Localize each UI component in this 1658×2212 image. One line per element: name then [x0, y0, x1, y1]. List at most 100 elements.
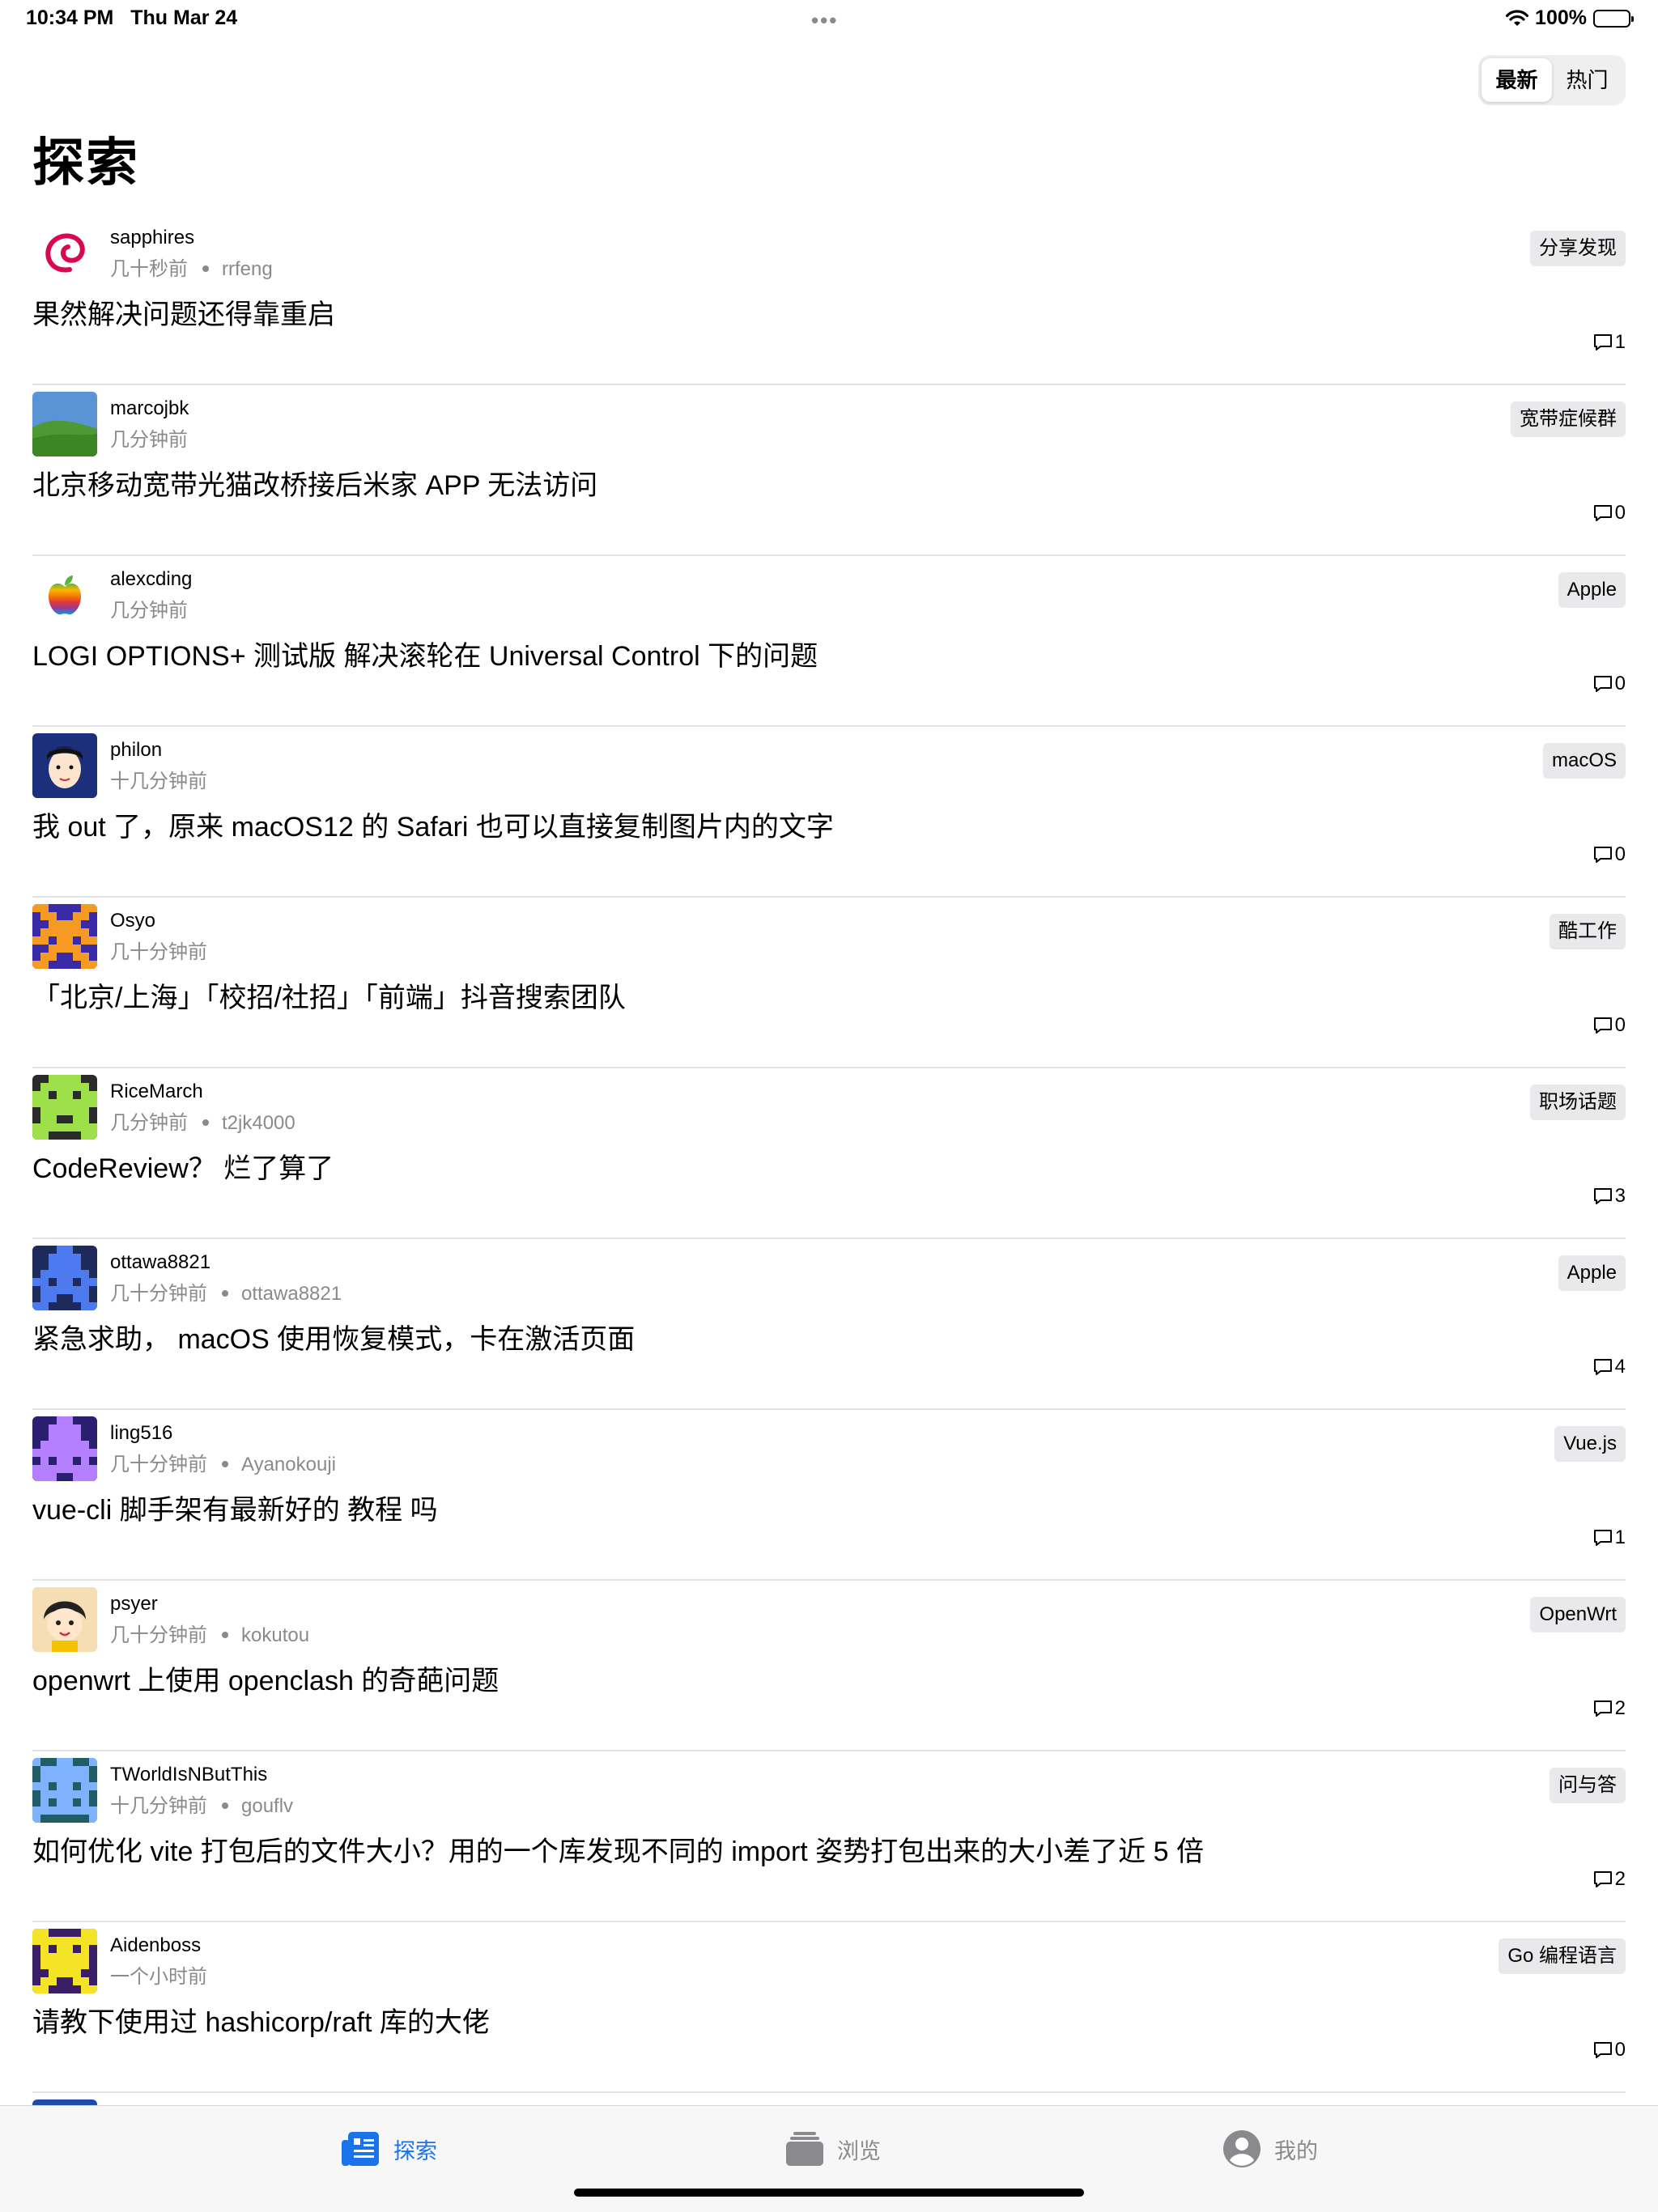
topic-title[interactable]: 如何优化 vite 打包后的文件大小？用的一个库发现不同的 import 姿势打… — [32, 1829, 1204, 1869]
comment-count-value: 2 — [1614, 1868, 1626, 1890]
avatar[interactable] — [32, 221, 97, 286]
topic-title[interactable]: 紧急求助， macOS 使用恢复模式，卡在激活页面 — [32, 1317, 635, 1356]
username[interactable]: Aidenboss — [110, 1934, 201, 1957]
node-tag[interactable]: 问与答 — [1550, 1768, 1626, 1803]
last-reply-user[interactable]: kokutou — [241, 1624, 309, 1646]
topic-row[interactable]: sapphires 几十秒前 rrfeng 果然解决问题还得靠重启 分享发现 1 — [32, 214, 1626, 385]
battery-percent: 100% — [1535, 6, 1587, 29]
username[interactable]: marcojbk — [110, 397, 189, 420]
sort-segmented-control[interactable]: 最新 热门 — [1478, 55, 1626, 105]
post-meta: 几分钟前 t2jk4000 — [110, 1106, 295, 1135]
topic-row[interactable]: marcojbk 几分钟前北京移动宽带光猫改桥接后米家 APP 无法访问 宽带症候群… — [32, 385, 1626, 556]
node-tag[interactable]: Apple — [1558, 572, 1626, 608]
tab-me-label: 我的 — [1274, 2138, 1318, 2163]
node-tag[interactable]: Apple — [1558, 1255, 1626, 1291]
segment-hot[interactable]: 热门 — [1552, 58, 1622, 102]
node-tag[interactable]: 宽带症候群 — [1511, 401, 1626, 437]
node-tag[interactable]: Go 编程语言 — [1499, 1938, 1626, 1974]
topic-title[interactable]: openwrt 上使用 openclash 的奇葩问题 — [32, 1658, 499, 1698]
comment-count-value: 4 — [1614, 1356, 1626, 1378]
topic-title[interactable]: 北京移动宽带光猫改桥接后米家 APP 无法访问 — [32, 463, 597, 503]
topic-title[interactable]: 请教下使用过 hashicorp/raft 库的大佬 — [32, 2000, 490, 2040]
topic-title[interactable]: 我 out 了，原来 macOS12 的 Safari 也可以直接复制图片内的文… — [32, 805, 834, 844]
separator-dot-icon — [222, 1460, 228, 1467]
topic-row[interactable]: Osyo 几十分钟前 「北京/上海」「校招/社招」「前端」抖音搜索团队 酷工作 0 — [32, 898, 1626, 1068]
username[interactable]: philon — [110, 739, 162, 762]
avatar[interactable] — [32, 733, 97, 798]
node-tag[interactable]: macOS — [1542, 743, 1626, 779]
topic-row[interactable]: alexcding 几分钟前 LOGI OPTIONS+ 测试版 解决滚轮在 Uni… — [32, 556, 1626, 727]
username[interactable]: psyer — [110, 1593, 158, 1615]
last-reply-user[interactable]: Ayanokouji — [241, 1454, 336, 1475]
avatar[interactable] — [32, 1587, 97, 1652]
topic-row[interactable]: ottawa8821 几十分钟前 ottawa8821 紧急求助， macOS 使用恢… — [32, 1239, 1626, 1410]
last-reply-user[interactable]: gouflv — [241, 1795, 293, 1817]
avatar[interactable] — [32, 1416, 97, 1481]
avatar[interactable] — [32, 392, 97, 456]
post-time: 几分钟前 — [110, 429, 188, 451]
username[interactable]: alexcding — [110, 568, 192, 591]
topic-title[interactable]: 「北京/上海」「校招/社招」「前端」抖音搜索团队 — [32, 975, 626, 1015]
person-circle-icon — [1223, 2130, 1261, 2167]
avatar[interactable] — [32, 1929, 97, 1993]
avatar[interactable] — [32, 563, 97, 627]
topic-row[interactable]: TWorldIsNButThis 十几分钟前 gouflv 如何优化 vite 打包后… — [32, 1751, 1626, 1922]
topic-row[interactable]: ling516 几十分钟前 Ayanokouji vue-cli 脚手架有最新好的 教… — [32, 1410, 1626, 1581]
topic-row[interactable]: RiceMarch 几分钟前 t2jk4000 CodeReview？ 烂了算了 职场话… — [32, 1068, 1626, 1239]
avatar[interactable] — [32, 1075, 97, 1140]
username[interactable]: RiceMarch — [110, 1081, 203, 1103]
username[interactable]: ling516 — [110, 1422, 172, 1445]
comment-icon — [1593, 676, 1612, 692]
avatar[interactable] — [32, 1758, 97, 1823]
avatar[interactable] — [32, 1246, 97, 1310]
post-time: 几分钟前 — [110, 1112, 188, 1134]
topic-row[interactable]: philon 十几分钟前我 out 了，原来 macOS12 的 Safari 也… — [32, 727, 1626, 898]
username[interactable]: sapphires — [110, 227, 194, 249]
post-meta: 几十分钟前 — [110, 936, 207, 964]
node-tag[interactable]: OpenWrt — [1530, 1597, 1626, 1632]
segment-latest[interactable]: 最新 — [1482, 58, 1552, 102]
tab-explore[interactable]: 探索 — [340, 2129, 437, 2169]
comment-icon — [1593, 1871, 1612, 1887]
comment-count-value: 1 — [1614, 331, 1626, 353]
comment-count-value: 0 — [1614, 843, 1626, 865]
post-time: 几十分钟前 — [110, 1454, 207, 1475]
comment-count: 0 — [1592, 673, 1626, 695]
comment-icon — [1593, 505, 1612, 521]
post-meta: 几十分钟前 ottawa8821 — [110, 1277, 342, 1306]
username[interactable]: TWorldIsNButThis — [110, 1764, 267, 1786]
tab-explore-label: 探索 — [393, 2138, 437, 2163]
post-time: 十几分钟前 — [110, 771, 207, 792]
post-time: 一个小时前 — [110, 1966, 207, 1988]
username[interactable]: Osyo — [110, 910, 155, 932]
topic-row[interactable]: Aidenboss 一个小时前请教下使用过 hashicorp/raft 库的大佬… — [32, 1922, 1626, 2093]
tab-browse[interactable]: 浏览 — [784, 2129, 881, 2169]
status-time: 10:34 PM Thu Mar 24 — [26, 6, 238, 29]
post-time: 几十秒前 — [110, 258, 188, 280]
post-meta: 一个小时前 — [110, 1960, 207, 1989]
node-tag[interactable]: 职场话题 — [1530, 1085, 1626, 1120]
username[interactable]: ottawa8821 — [110, 1251, 210, 1274]
topic-feed: sapphires 几十秒前 rrfeng 果然解决问题还得靠重启 分享发现 1 marco… — [32, 214, 1626, 2164]
comment-count-value: 1 — [1614, 1526, 1626, 1548]
node-tag[interactable]: Vue.js — [1554, 1426, 1626, 1462]
node-tag[interactable]: 酷工作 — [1550, 914, 1626, 949]
multitasking-dots-icon[interactable]: ••• — [811, 8, 838, 33]
node-tag[interactable]: 分享发现 — [1530, 231, 1626, 266]
tab-me[interactable]: 我的 — [1221, 2129, 1318, 2169]
topic-title[interactable]: 果然解决问题还得靠重启 — [32, 292, 335, 332]
comment-icon — [1593, 2042, 1612, 2058]
post-time: 十几分钟前 — [110, 1795, 207, 1817]
avatar[interactable] — [32, 904, 97, 969]
topic-row[interactable]: psyer 几十分钟前 kokutou openwrt 上使用 openclash 的… — [32, 1581, 1626, 1751]
topic-title[interactable]: CodeReview？ 烂了算了 — [32, 1146, 334, 1186]
last-reply-user[interactable]: ottawa8821 — [241, 1283, 342, 1305]
last-reply-user[interactable]: t2jk4000 — [222, 1112, 295, 1134]
post-meta: 几分钟前 — [110, 423, 188, 452]
topic-title[interactable]: LOGI OPTIONS+ 测试版 解决滚轮在 Universal Contro… — [32, 634, 818, 673]
post-time: 几十分钟前 — [110, 941, 207, 963]
battery-icon — [1593, 9, 1634, 28]
home-indicator[interactable] — [574, 2189, 1084, 2197]
last-reply-user[interactable]: rrfeng — [222, 258, 273, 280]
topic-title[interactable]: vue-cli 脚手架有最新好的 教程 吗 — [32, 1488, 438, 1527]
